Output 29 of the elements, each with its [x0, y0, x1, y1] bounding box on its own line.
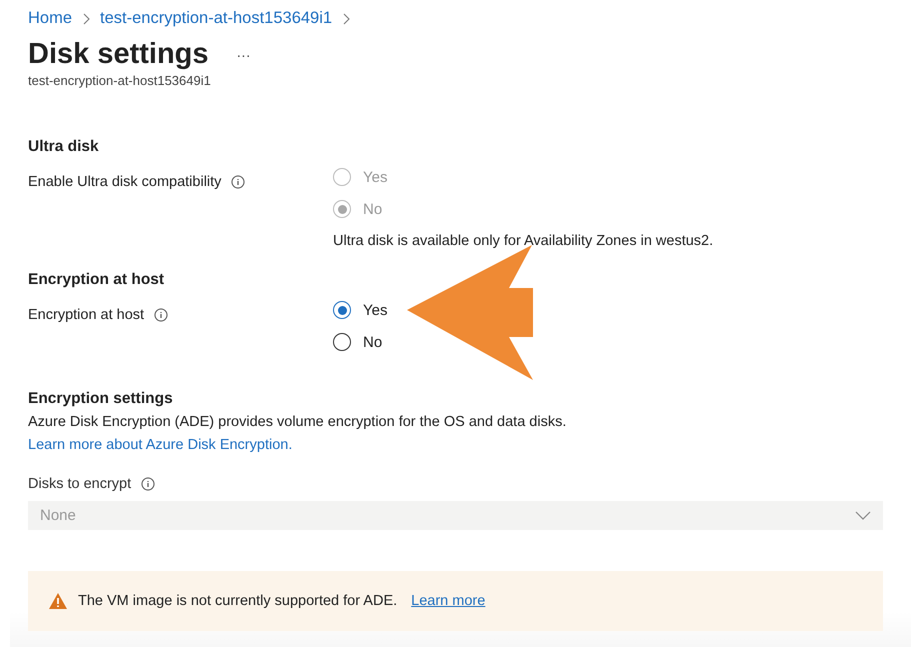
warning-icon: [48, 592, 68, 610]
info-icon[interactable]: [141, 477, 156, 491]
page-subtitle: test-encryption-at-host153649i1: [28, 73, 212, 88]
breadcrumb-link[interactable]: Home: [28, 9, 72, 28]
option-label: Yes: [363, 302, 388, 318]
field-label: Disks to encrypt: [28, 476, 132, 492]
learn-more-link[interactable]: Learn more: [411, 593, 486, 609]
option-label: No: [363, 334, 382, 350]
warning-text: The VM image is not currently supported for ADE.: [78, 593, 398, 609]
description-text: Azure Disk Encryption (ADE) provides volume encryption for the OS and data disks. Learn more about Azure Disk Encryption.: [28, 413, 568, 455]
chevron-icon: [342, 12, 350, 24]
section-heading: Encryption settings: [28, 390, 174, 408]
radio-button[interactable]: [333, 333, 351, 351]
section-heading: Encryption at host: [28, 271, 166, 289]
learn-more-link[interactable]: Learn more about Azure Disk Encryption.: [28, 437, 292, 453]
option-label: Yes: [363, 168, 388, 186]
info-icon[interactable]: [154, 308, 168, 322]
note-text: Ultra disk is available only for Availability Zones in westus2.: [333, 233, 714, 249]
field-label: Enable Ultra disk compatibility: [28, 174, 222, 190]
radio-button[interactable]: [333, 301, 351, 319]
section-heading: Ultra disk: [28, 138, 100, 156]
chevron-icon: [82, 12, 90, 24]
breadcrumb-link[interactable]: test-encryption-at-host153649i1: [100, 9, 332, 28]
more-button[interactable]: ···: [232, 46, 254, 62]
field-label: Encryption at host: [28, 307, 144, 323]
info-icon[interactable]: [231, 175, 246, 189]
page-title: Disk settings: [28, 38, 208, 71]
chevron-down-icon: [855, 510, 871, 520]
option-label: No: [363, 200, 382, 218]
